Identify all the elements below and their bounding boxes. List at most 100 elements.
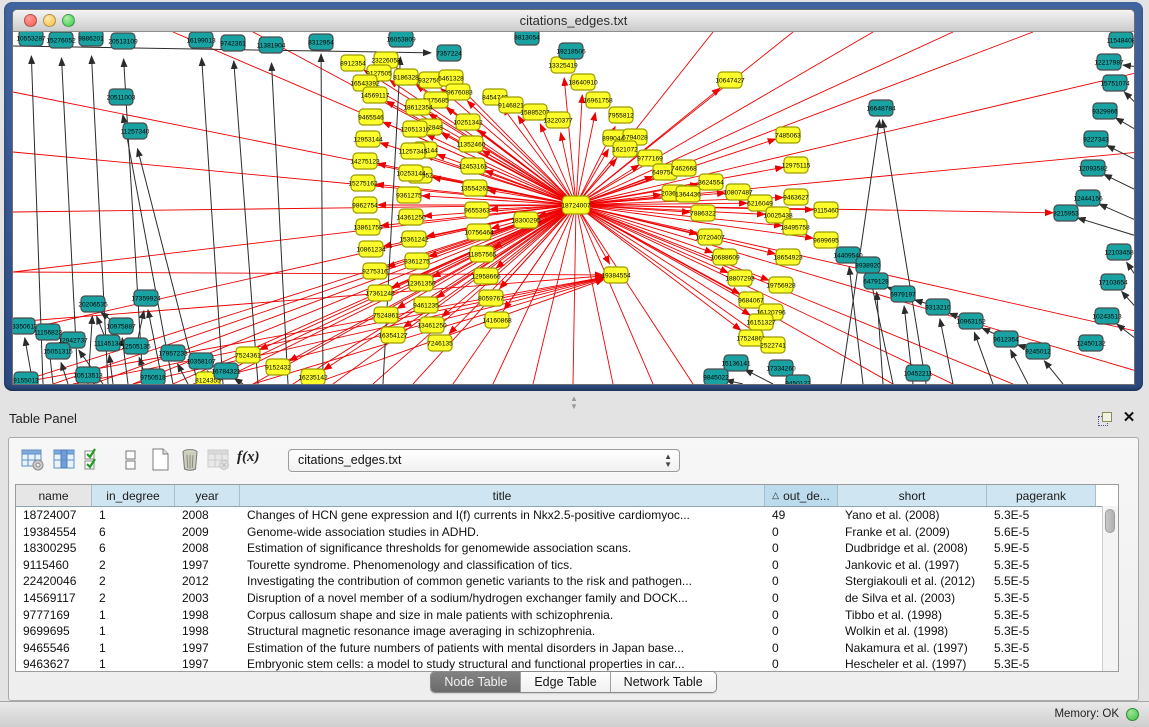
table-row[interactable]: 1830029562008Estimation of significance …	[16, 540, 1118, 557]
cell-out_de[interactable]: 0	[765, 623, 838, 640]
graph-node[interactable]: 10975887	[106, 318, 136, 334]
graph-node[interactable]: 16354127	[378, 327, 408, 343]
graph-node[interactable]: 10513513	[73, 367, 103, 383]
graph-node[interactable]: 12975115	[782, 157, 811, 173]
graph-node[interactable]: 9152432	[265, 359, 291, 375]
graph-node[interactable]: 11257345	[399, 143, 428, 159]
cell-title[interactable]: Estimation of significance thresholds fo…	[240, 540, 765, 557]
graph-node[interactable]: 20511003	[107, 89, 136, 105]
graph-node[interactable]: 6479128	[863, 273, 889, 289]
graph-node[interactable]: 10756464	[464, 224, 494, 240]
cell-year[interactable]: 1997	[175, 640, 240, 657]
graph-node[interactable]: 10251342	[453, 114, 483, 130]
cell-short[interactable]: Yano et al. (2008)	[838, 507, 987, 524]
graph-node[interactable]: 1364436	[675, 186, 701, 202]
graph-node[interactable]: 18654923	[773, 249, 803, 265]
cell-pagerank[interactable]: 5.3E-5	[987, 623, 1096, 640]
graph-node[interactable]: 12505135	[121, 338, 151, 354]
graph-node[interactable]: 16784321	[211, 363, 241, 379]
graph-node[interactable]: 16648784	[866, 100, 896, 116]
cell-pagerank[interactable]: 5.5E-5	[987, 573, 1096, 590]
function-builder-button[interactable]: f(x)	[237, 448, 265, 476]
cell-pagerank[interactable]: 5.9E-5	[987, 540, 1096, 557]
table-row[interactable]: 1456911722003Disruption of a novel membe…	[16, 590, 1118, 607]
cell-short[interactable]: Tibbo et al. (1998)	[838, 607, 987, 624]
cell-title[interactable]: Changes of HCN gene expression and I(f) …	[240, 507, 765, 524]
graph-node[interactable]: 18495758	[780, 219, 810, 235]
tab-network-table[interactable]: Network Table	[610, 672, 716, 692]
column-visibility-button[interactable]	[51, 446, 79, 474]
graph-node[interactable]: 9612354	[993, 331, 1019, 347]
cell-name[interactable]: 18724007	[16, 507, 92, 524]
graph-node[interactable]: 9450122	[785, 375, 811, 385]
graph-node[interactable]: 14275123	[350, 153, 380, 169]
graph-node[interactable]: 8361275	[404, 253, 430, 269]
graph-node[interactable]: 15275162	[348, 175, 378, 191]
cell-name[interactable]: 9115460	[16, 557, 92, 574]
cell-in_degree[interactable]: 1	[92, 607, 175, 624]
panel-splitter-handle[interactable]: ▲▼	[566, 395, 582, 403]
cell-title[interactable]: Structural magnetic resonance image aver…	[240, 623, 765, 640]
graph-node[interactable]: 15051315	[43, 343, 73, 359]
column-header-name[interactable]: name	[16, 485, 92, 506]
graph-node[interactable]: 10963152	[956, 313, 986, 329]
cell-short[interactable]: Nakamura et al. (1997)	[838, 640, 987, 657]
graph-node[interactable]: 15751074	[1100, 75, 1130, 91]
cell-year[interactable]: 2003	[175, 590, 240, 607]
cell-in_degree[interactable]: 2	[92, 573, 175, 590]
graph-node[interactable]: 14569117	[361, 87, 390, 103]
table-selector-dropdown[interactable]: citations_edges.txt ▲▼	[288, 449, 680, 472]
graph-node[interactable]: 17361248	[365, 285, 395, 301]
graph-node[interactable]: 9227343	[1083, 131, 1109, 147]
graph-node[interactable]: 10358107	[186, 353, 216, 369]
cell-in_degree[interactable]: 1	[92, 640, 175, 657]
graph-node[interactable]: 15361242	[399, 231, 429, 247]
select-all-button[interactable]	[81, 446, 109, 474]
cell-year[interactable]: 1997	[175, 656, 240, 672]
graph-node[interactable]: 8312954	[308, 34, 334, 50]
graph-node[interactable]: 11857565	[468, 246, 497, 262]
cell-name[interactable]: 19384554	[16, 524, 92, 541]
cell-year[interactable]: 1997	[175, 557, 240, 574]
graph-node[interactable]: 18724007	[561, 196, 591, 214]
cell-year[interactable]: 2012	[175, 573, 240, 590]
graph-node[interactable]: 10553287	[16, 32, 46, 46]
graph-node[interactable]: 8912354	[340, 55, 366, 71]
graph-node[interactable]: 19756928	[766, 277, 796, 293]
delete-column-button[interactable]	[177, 446, 205, 474]
graph-node[interactable]: 7485063	[775, 127, 801, 143]
cell-pagerank[interactable]: 5.3E-5	[987, 607, 1096, 624]
cell-pagerank[interactable]: 5.6E-5	[987, 524, 1096, 541]
table-row[interactable]: 946362711997Embryonic stem cells: a mode…	[16, 656, 1118, 672]
tab-node-table[interactable]: Node Table	[431, 672, 520, 692]
graph-node[interactable]: 15276052	[46, 32, 76, 48]
graph-node[interactable]: 7357224	[436, 45, 462, 61]
graph-node[interactable]: 8813054	[514, 32, 540, 45]
graph-node[interactable]: 7524361	[235, 347, 261, 363]
cell-pagerank[interactable]: 5.3E-5	[987, 640, 1096, 657]
graph-node[interactable]: 13861759	[353, 219, 383, 235]
graph-node[interactable]: 10647427	[715, 72, 745, 88]
table-row[interactable]: 1938455462009Genome-wide association stu…	[16, 524, 1118, 541]
network-window-titlebar[interactable]: citations_edges.txt	[13, 10, 1134, 32]
memory-indicator-dot[interactable]	[1126, 708, 1139, 721]
graph-node[interactable]: 20206535	[78, 296, 108, 312]
cell-name[interactable]: 18300295	[16, 540, 92, 557]
graph-node[interactable]: 10861234	[356, 241, 386, 257]
graph-node[interactable]: 9463627	[783, 189, 809, 205]
cell-in_degree[interactable]: 2	[92, 557, 175, 574]
graph-node[interactable]: 10688609	[710, 249, 740, 265]
column-header-pagerank[interactable]: pagerank	[987, 485, 1096, 506]
table-row[interactable]: 977716911998Corpus callosum shape and si…	[16, 607, 1118, 624]
graph-node[interactable]: 12051310	[400, 121, 430, 137]
graph-node[interactable]: 16199013	[186, 32, 216, 48]
cell-out_de[interactable]: 0	[765, 656, 838, 672]
cell-short[interactable]: Hescheler et al. (1997)	[838, 656, 987, 672]
table-row[interactable]: 946554611997Estimation of the future num…	[16, 640, 1118, 657]
cell-year[interactable]: 2008	[175, 507, 240, 524]
graph-node[interactable]: 9313210	[925, 299, 951, 315]
cell-in_degree[interactable]: 6	[92, 524, 175, 541]
table-row[interactable]: 911546021997Tourette syndrome. Phenomeno…	[16, 557, 1118, 574]
table-scrollbar[interactable]	[1102, 506, 1118, 671]
cell-name[interactable]: 9463627	[16, 656, 92, 672]
